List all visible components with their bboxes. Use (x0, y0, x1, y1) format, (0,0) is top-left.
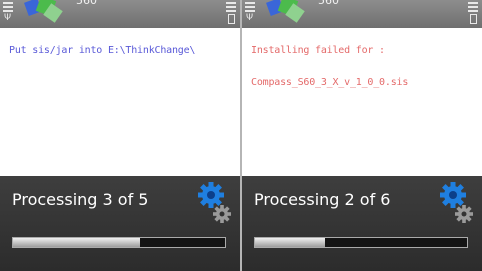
processing-status: Processing 3 of 5 (12, 190, 149, 209)
status-bar: Ψ 560 (242, 0, 482, 28)
progress-fill (13, 238, 141, 247)
info-message: Put sis/jar into E:\ThinkChange\ (9, 45, 196, 56)
processing-gears-icon (440, 182, 473, 223)
battery-icon (226, 2, 236, 24)
error-message-title: Installing failed for : (251, 45, 385, 56)
status-bar: Ψ 560 (0, 0, 240, 28)
signal-icon: Ψ (245, 2, 255, 24)
processing-status: Processing 2 of 6 (254, 190, 391, 209)
error-message-file: Compass_S60_3_X_v_1_0_0.sis (251, 77, 409, 88)
processing-panel: Processing 3 of 5 (0, 176, 240, 271)
progress-bar (12, 237, 226, 248)
battery-icon (468, 2, 478, 24)
signal-icon: Ψ (3, 2, 13, 24)
processing-panel: Processing 2 of 6 (242, 176, 482, 271)
device-model-label: 560 (318, 0, 339, 7)
progress-fill (255, 238, 325, 247)
app-logo-icon (24, 0, 63, 23)
phone-screen-left: Ψ 560 Put sis/jar into E:\ThinkChange\ P… (0, 0, 240, 271)
device-model-label: 560 (76, 0, 97, 7)
processing-gears-icon (198, 182, 231, 223)
app-logo-icon (266, 0, 305, 23)
progress-bar (254, 237, 468, 248)
phone-screen-right: Ψ 560 Installing failed for : Compass_S6… (242, 0, 482, 271)
